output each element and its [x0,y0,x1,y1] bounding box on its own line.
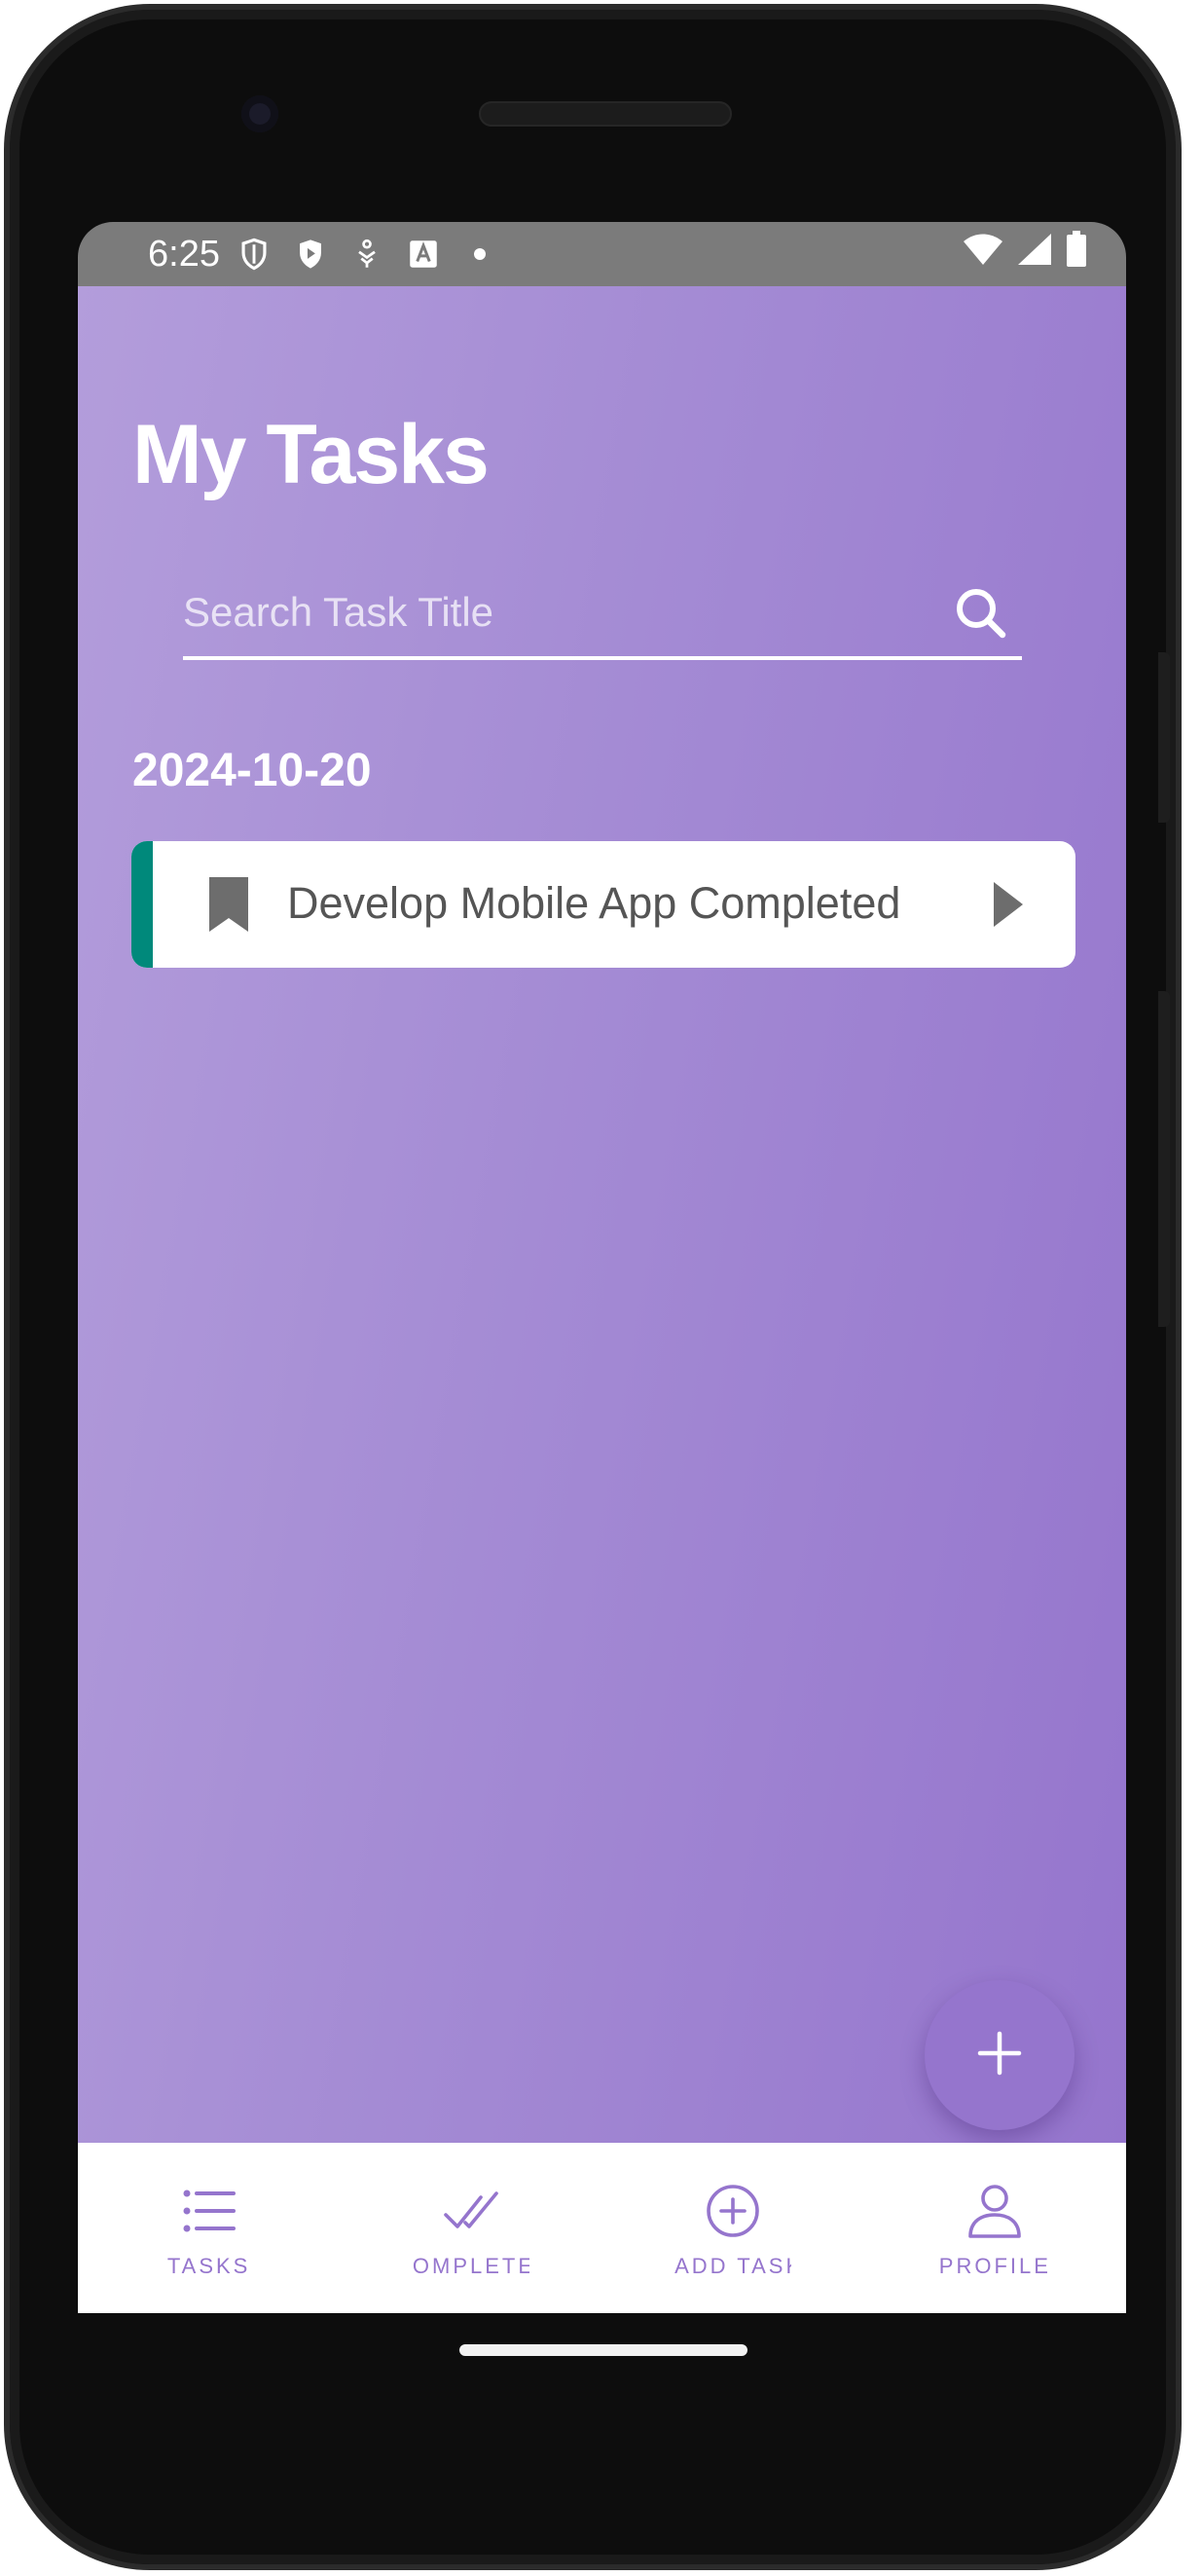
page-title: My Tasks [132,408,490,501]
earpiece-speaker [479,101,732,127]
nav-item-completed[interactable]: OMPLETE [340,2143,601,2313]
nav-item-profile[interactable]: PROFILE [864,2143,1126,2313]
add-circle-icon [704,2182,762,2240]
status-right-icons [963,231,1087,277]
accessibility-icon [352,239,382,269]
status-bar: 6:25 [78,222,1126,286]
add-task-fab[interactable] [925,1980,1075,2130]
wifi-icon [963,233,1003,276]
volume-button [1158,652,1170,823]
task-accent-bar [131,841,153,968]
nav-label-add-task: ADD TASK [674,2254,792,2278]
text-a-icon [409,239,438,269]
nav-item-tasks[interactable]: TASKS [78,2143,340,2313]
list-icon [180,2182,238,2240]
nav-item-add-task[interactable]: ADD TASK [602,2143,864,2313]
screen: 6:25 My Tasks Search Task Title 2024-10-… [78,222,1126,2313]
shield-play-icon [296,239,325,269]
bottom-navigation: TASKS OMPLETE ADD TASK PROFILE [78,2143,1126,2313]
date-group-heading: 2024-10-20 [132,745,372,796]
task-card[interactable]: Develop Mobile App Completed [131,841,1075,968]
signal-icon [1017,233,1052,276]
front-camera [241,95,278,132]
shield-outline-icon [239,238,269,271]
search-input[interactable] [183,578,923,646]
search-icon[interactable] [950,582,1010,643]
power-button [1158,991,1170,1327]
person-icon [965,2182,1024,2240]
double-check-icon [442,2182,500,2240]
plus-icon [977,2031,1022,2080]
app-content: My Tasks 2024-10-20 Develop Mobile App C… [78,286,1126,2143]
nav-label-completed: OMPLETE [412,2254,529,2278]
battery-icon [1066,231,1087,277]
nav-label-tasks: TASKS [166,2254,251,2278]
home-indicator[interactable] [459,2344,747,2356]
notification-dot-icon [465,239,494,269]
bookmark-icon [207,875,250,934]
phone-frame: 6:25 My Tasks Search Task Title 2024-10-… [4,4,1182,2570]
play-arrow-icon[interactable] [992,880,1025,929]
nav-label-profile: PROFILE [938,2254,1051,2278]
task-title: Develop Mobile App Completed [287,878,901,928]
search-field[interactable] [183,569,1022,660]
status-time: 6:25 [148,233,220,275]
